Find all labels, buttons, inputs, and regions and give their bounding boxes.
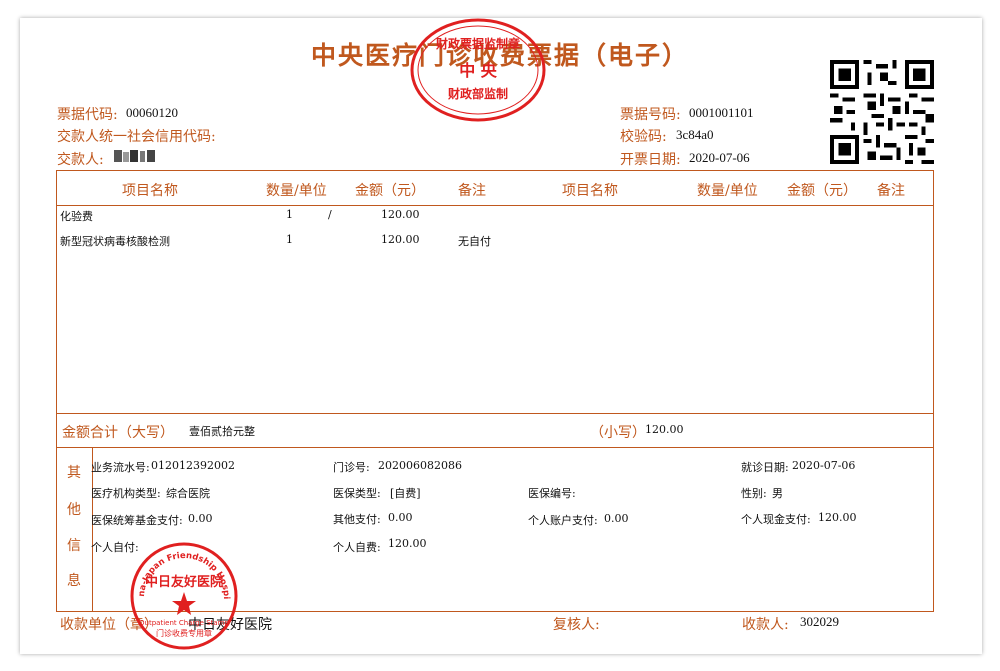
svg-text:Outpatient Charge Stamp: Outpatient Charge Stamp: [139, 619, 229, 627]
self-expense-label: 个人自费:: [333, 541, 381, 554]
svg-text:China-Japan Friendship Hospita: China-Japan Friendship Hospital: [128, 540, 231, 599]
row-1-unit: /: [328, 208, 332, 221]
total-small-label: （小写）: [590, 425, 646, 441]
collector-value: 302029: [800, 614, 839, 629]
bill-number-value: 0001001101: [689, 105, 754, 120]
col-header-amount-1: 金额（元）: [355, 183, 425, 199]
col-header-note-1: 备注: [458, 183, 486, 199]
svg-text:财政部监制: 财政部监制: [447, 86, 508, 101]
check-code-value: 3c84a0: [676, 127, 714, 142]
bill-code-label: 票据代码:: [57, 107, 118, 123]
personal-account-value: 0.00: [604, 512, 629, 525]
payer-credit-code-label: 交款人统一社会信用代码:: [57, 129, 216, 145]
svg-text:财政票据监制章: 财政票据监制章: [435, 36, 520, 51]
gender-value: 男: [772, 487, 783, 500]
row-2-name: 新型冠状病毒核酸检测: [60, 235, 170, 248]
col-header-name-1: 项目名称: [122, 183, 178, 199]
personal-account-label: 个人账户支付:: [528, 514, 598, 527]
reviewer-label: 复核人:: [553, 617, 600, 633]
payer-label: 交款人:: [57, 152, 104, 168]
total-small-value: 120.00: [645, 423, 684, 436]
bill-code-value: 00060120: [126, 105, 178, 120]
svg-text:中 央: 中 央: [459, 61, 498, 80]
total-upper-value: 壹佰贰拾元整: [189, 425, 255, 438]
payer-name-redacted: [114, 150, 155, 162]
visit-date-label: 就诊日期:: [741, 461, 789, 474]
check-code-label: 校验码:: [620, 129, 667, 145]
issue-date-value: 2020-07-06: [689, 150, 750, 165]
gender-label: 性别:: [741, 487, 767, 500]
serial-label: 业务流水号:: [91, 461, 150, 474]
org-type-value: 综合医院: [166, 487, 210, 500]
personal-cash-value: 120.00: [818, 511, 857, 524]
col-header-amount-2: 金额（元）: [787, 183, 857, 199]
pool-fund-label: 医保统筹基金支付:: [91, 514, 183, 527]
row-1-name: 化验费: [60, 210, 93, 223]
insurance-no-label: 医保编号:: [528, 487, 576, 500]
other-info-char-3: 信: [67, 538, 81, 554]
outpatient-no-label: 门诊号:: [333, 461, 370, 474]
header-divider: [57, 205, 933, 206]
col-header-note-2: 备注: [877, 183, 905, 199]
outpatient-no-value: 202006082086: [378, 459, 462, 472]
row-1-amount: 120.00: [381, 208, 420, 221]
total-divider-top: [57, 413, 933, 414]
hospital-seal: China-Japan Friendship Hospital 中日友好医院 O…: [128, 540, 238, 650]
total-upper-label: 金额合计（大写）: [62, 425, 174, 441]
other-info-char-2: 他: [67, 502, 81, 518]
col-header-qty-2: 数量/单位: [697, 183, 758, 199]
issue-date-label: 开票日期:: [620, 152, 681, 168]
collector-label: 收款人:: [742, 617, 789, 633]
self-expense-value: 120.00: [388, 537, 427, 550]
other-pay-value: 0.00: [388, 511, 413, 524]
total-divider-bottom: [57, 447, 933, 448]
insurance-type-value: [自费]: [390, 487, 421, 500]
row-1-qty: 1: [286, 208, 293, 221]
visit-date-value: 2020-07-06: [792, 459, 856, 472]
row-2-note: 无自付: [458, 235, 491, 248]
other-pay-label: 其他支付:: [333, 513, 381, 526]
other-info-char-1: 其: [67, 465, 81, 481]
col-header-qty-1: 数量/单位: [266, 183, 327, 199]
row-2-qty: 1: [286, 233, 293, 246]
pool-fund-value: 0.00: [188, 512, 213, 525]
finance-seal: 财政票据监制章 中 央 财政部监制: [410, 18, 546, 122]
other-info-char-4: 息: [67, 573, 81, 589]
col-header-name-2: 项目名称: [562, 183, 618, 199]
qr-code: [830, 60, 934, 164]
svg-text:中日友好医院: 中日友好医院: [145, 574, 223, 590]
svg-text:门诊收费专用章: 门诊收费专用章: [156, 628, 212, 638]
bill-number-label: 票据号码:: [620, 107, 681, 123]
row-2-amount: 120.00: [381, 233, 420, 246]
serial-value: 012012392002: [151, 459, 235, 472]
org-type-label: 医疗机构类型:: [91, 487, 161, 500]
personal-cash-label: 个人现金支付:: [741, 513, 811, 526]
insurance-type-label: 医保类型:: [333, 487, 381, 500]
